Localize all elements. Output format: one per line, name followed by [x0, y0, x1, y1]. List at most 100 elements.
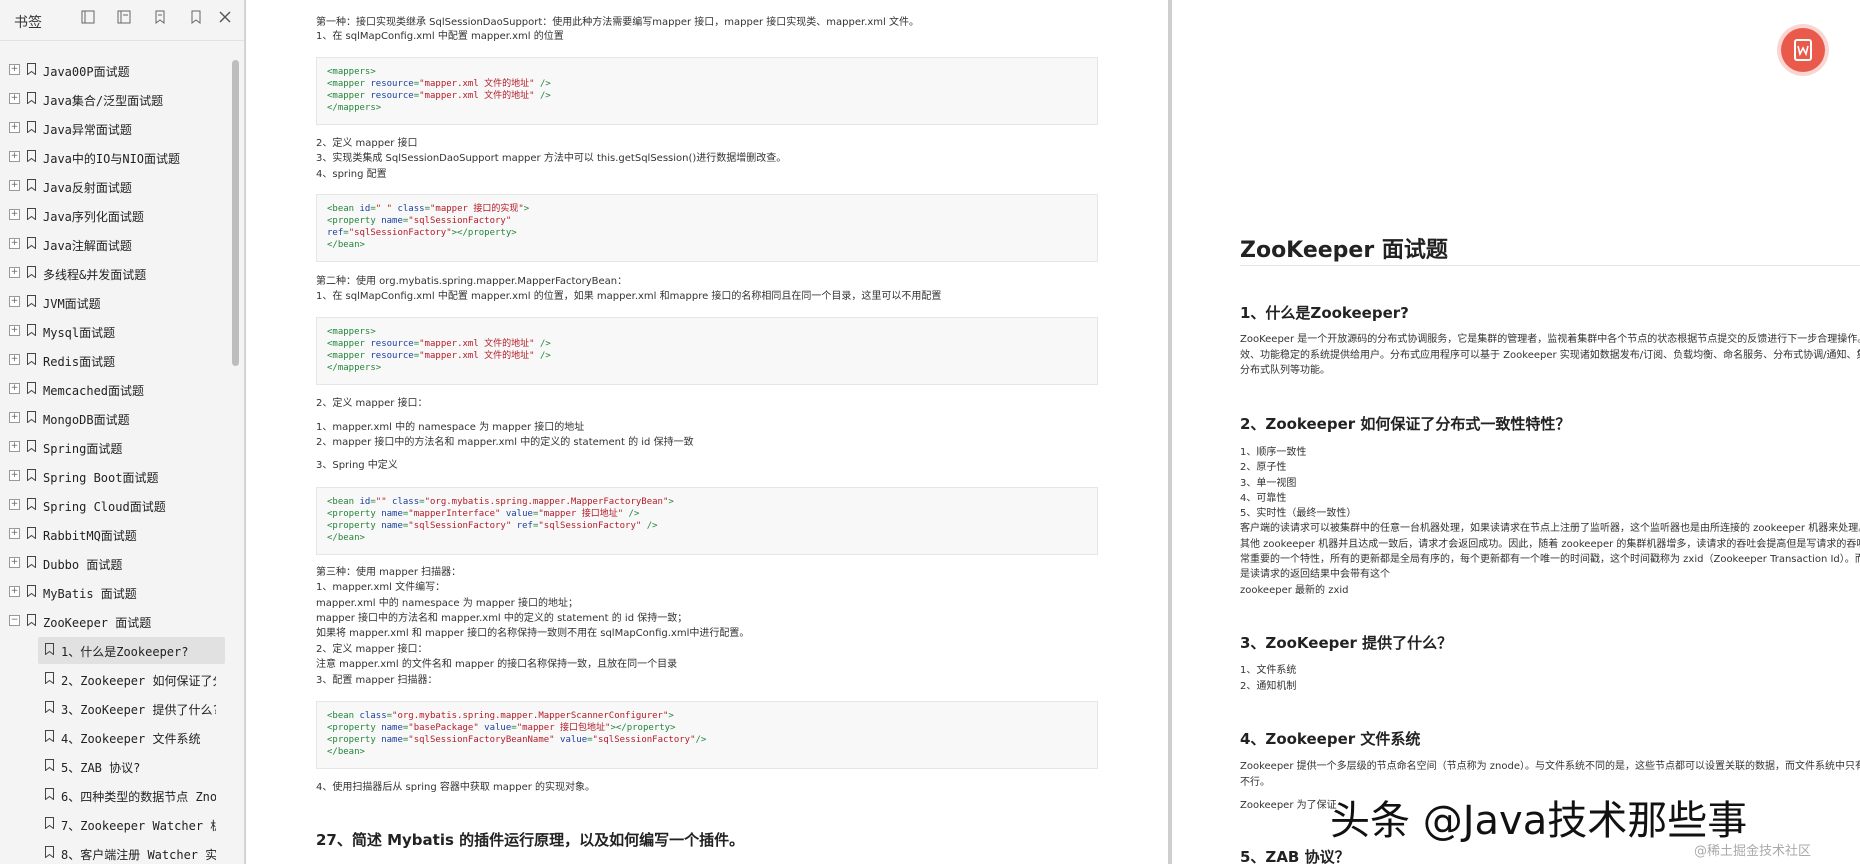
paragraph: 第三种：使用 mapper 扫描器： — [316, 567, 462, 578]
bookmark-subitem[interactable]: 3、ZooKeeper 提供了什么? — [0, 694, 230, 723]
expand-icon[interactable]: + — [9, 354, 20, 365]
expand-icon[interactable]: + — [9, 557, 20, 568]
collapse-all-icon[interactable] — [115, 10, 133, 28]
expand-icon[interactable]: + — [9, 64, 20, 75]
bookmark-item[interactable]: + Java反射面试题 — [0, 172, 230, 201]
bookmark-item[interactable]: + Java中的IO与NIO面试题 — [0, 143, 230, 172]
code-token: </mappers> — [327, 103, 382, 113]
paragraph: 4、spring 配置 — [316, 169, 387, 180]
code-token: class — [397, 204, 425, 214]
expand-icon[interactable]: + — [9, 238, 20, 249]
expand-all-icon[interactable] — [79, 10, 97, 28]
code-block: <bean class="org.mybatis.spring.mapper.M… — [316, 701, 1098, 769]
bookmark-subitem[interactable]: 7、Zookeeper Watcher 机制 — [0, 810, 230, 839]
bookmark-icon[interactable] — [187, 10, 205, 28]
expand-icon[interactable]: + — [9, 499, 20, 510]
bookmark-item[interactable]: + Spring面试题 — [0, 433, 230, 462]
expand-icon[interactable]: + — [9, 93, 20, 104]
expand-icon[interactable]: + — [9, 122, 20, 133]
expand-icon[interactable]: + — [9, 586, 20, 597]
code-token: name — [381, 216, 403, 226]
code-line: <mapper resource="mapper.xml 文件的地址" /> — [327, 78, 551, 90]
collapse-icon[interactable]: − — [9, 615, 20, 626]
expand-icon[interactable]: + — [9, 180, 20, 191]
bookmark-label: Spring面试题 — [43, 442, 123, 456]
section-heading: 5、ZAB 协议？ — [1240, 848, 1350, 864]
scrollbar-thumb[interactable] — [232, 60, 239, 366]
bookmark-label: ZooKeeper 面试题 — [43, 616, 152, 630]
bookmark-item[interactable]: − ZooKeeper 面试题 — [0, 607, 230, 636]
bookmark-item[interactable]: + Memcached面试题 — [0, 375, 230, 404]
code-token: <property — [327, 735, 382, 745]
bookmark-item[interactable]: + Spring Boot面试题 — [0, 462, 230, 491]
code-line: <property name="sqlSessionFactory" — [327, 215, 511, 227]
paragraph: 3、实现类集成 SqlSessionDaoSupport mapper 方法中可… — [316, 153, 787, 164]
bookmark-label: Redis面试题 — [43, 355, 116, 369]
bookmark-item[interactable]: + Java异常面试题 — [0, 114, 230, 143]
bookmark-item[interactable]: + Dubbo 面试题 — [0, 549, 230, 578]
bookmark-item[interactable]: + JVM面试题 — [0, 288, 230, 317]
code-token: "basePackage" — [408, 723, 479, 733]
expand-icon[interactable]: + — [9, 151, 20, 162]
bookmark-item[interactable]: + Redis面试题 — [0, 346, 230, 375]
expand-icon[interactable]: + — [9, 325, 20, 336]
code-token: "org.mybatis.spring.mapper.MapperScanner… — [392, 711, 669, 721]
code-token: <mapper — [327, 79, 371, 89]
expand-icon[interactable]: + — [9, 528, 20, 539]
bookmark-icon — [27, 295, 36, 307]
code-line: <mappers> — [327, 66, 376, 78]
floating-action-button[interactable] — [1781, 28, 1825, 72]
expand-icon[interactable]: + — [9, 209, 20, 220]
bookmark-item[interactable]: + Java注解面试题 — [0, 230, 230, 259]
bookmark-label: MongoDB面试题 — [43, 413, 130, 427]
code-token: </bean> — [327, 240, 365, 250]
code-token: <mapper — [327, 351, 371, 361]
code-token: ref — [516, 521, 533, 531]
bookmark-icon — [45, 817, 54, 829]
bookmark-label: Java00P面试题 — [43, 65, 130, 79]
expand-icon[interactable]: + — [9, 441, 20, 452]
expand-icon[interactable]: + — [9, 383, 20, 394]
bookmark-label: 3、ZooKeeper 提供了什么? — [61, 703, 216, 717]
bookmark-subitem[interactable]: 6、四种类型的数据节点 Znode — [0, 781, 230, 810]
code-line: <property name="sqlSessionFactory" ref="… — [327, 520, 658, 532]
bookmark-item[interactable]: + RabbitMQ面试题 — [0, 520, 230, 549]
expand-icon[interactable]: + — [9, 296, 20, 307]
expand-icon[interactable]: + — [9, 412, 20, 423]
code-token: resource — [370, 339, 414, 349]
expand-icon[interactable]: + — [9, 267, 20, 278]
bookmark-item[interactable]: + MongoDB面试题 — [0, 404, 230, 433]
bookmark-subitem[interactable]: 8、客户端注册 Watcher 实现 — [0, 839, 230, 864]
bookmark-item[interactable]: + Mysql面试题 — [0, 317, 230, 346]
bookmark-subitem[interactable]: 2、Zookeeper 如何保证了分布 — [0, 665, 230, 694]
bookmark-subitem[interactable]: 4、Zookeeper 文件系统 — [0, 723, 230, 752]
bookmark-item[interactable]: + MyBatis 面试题 — [0, 578, 230, 607]
code-token: /> — [534, 351, 551, 361]
watermark-subtext: @稀土掘金技术社区 — [1694, 844, 1812, 859]
bookmark-item[interactable]: + Java集合/泛型面试题 — [0, 85, 230, 114]
code-line: </mappers> — [327, 102, 381, 114]
add-bookmark-icon[interactable] — [151, 10, 169, 28]
close-icon[interactable] — [216, 10, 234, 28]
code-block: <bean id=" " class="mapper 接口的实现"> <prope… — [316, 194, 1098, 262]
bookmark-item[interactable]: + 多线程&并发面试题 — [0, 259, 230, 288]
bookmark-icon — [27, 556, 36, 568]
code-line: <bean id="" class="org.mybatis.spring.ma… — [327, 496, 674, 508]
section-heading: 3、ZooKeeper 提供了什么？ — [1240, 634, 1453, 652]
expand-icon[interactable]: + — [9, 470, 20, 481]
paragraph: 3、配置 mapper 扫描器： — [316, 675, 438, 686]
code-token: /> — [534, 79, 551, 89]
bookmark-item[interactable]: + Java序列化面试题 — [0, 201, 230, 230]
bookmark-item[interactable]: + Java00P面试题 — [0, 56, 230, 85]
bookmark-item[interactable]: + Spring Cloud面试题 — [0, 491, 230, 520]
bookmark-label: Java集合/泛型面试题 — [43, 94, 164, 108]
code-token: <bean — [327, 204, 360, 214]
bookmark-subitem[interactable]: 5、ZAB 协议? — [0, 752, 230, 781]
code-token: id — [359, 497, 371, 507]
bookmark-label: MyBatis 面试题 — [43, 587, 137, 601]
bookmark-icon — [45, 643, 54, 655]
list-item: 1、顺序一致性 — [1240, 447, 1307, 458]
code-line: </bean> — [327, 746, 365, 758]
code-token: "mapper.xml 文件的地址" — [419, 79, 535, 89]
bookmark-subitem[interactable]: 1、什么是Zookeeper? — [0, 636, 230, 665]
